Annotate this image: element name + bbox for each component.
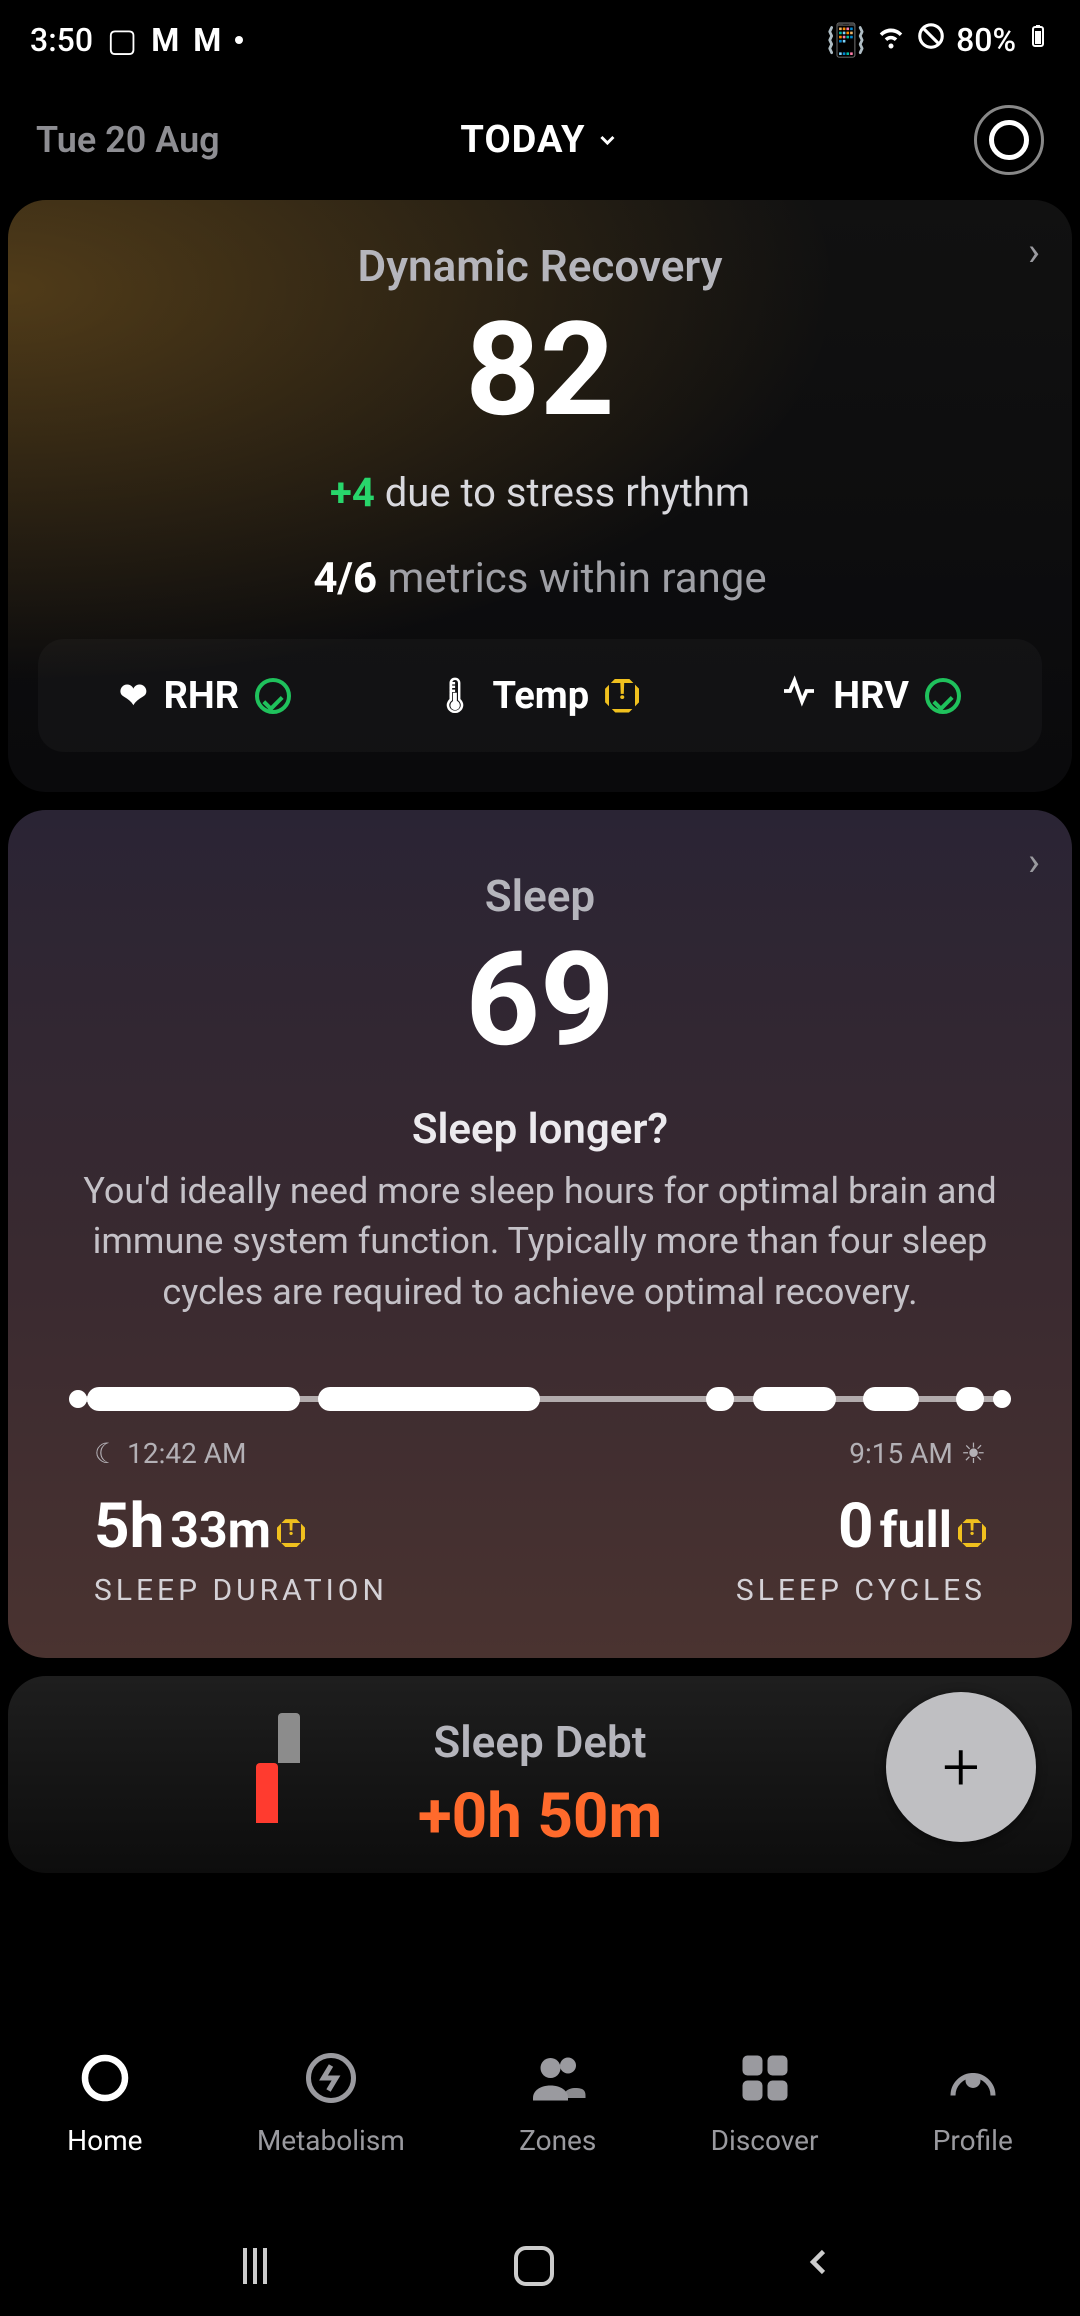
debt-bar-chart bbox=[278, 1713, 300, 1873]
tab-profile[interactable]: Profile bbox=[933, 2046, 1013, 2157]
mail-icon: M bbox=[151, 21, 179, 59]
system-nav bbox=[0, 2216, 1080, 2316]
sleep-debt-card[interactable]: Sleep Debt +0h 50m + bbox=[8, 1676, 1072, 1873]
warning-icon bbox=[277, 1519, 305, 1547]
bottom-tabbar: Home Metabolism Zones Discover Profile bbox=[0, 2016, 1080, 2216]
sleep-duration-stat: 5h 33m SLEEP DURATION bbox=[94, 1490, 540, 1608]
top-nav: Tue 20 Aug TODAY bbox=[0, 80, 1080, 200]
sleep-cycles-label: SLEEP CYCLES bbox=[540, 1573, 986, 1608]
timeline-end-cap bbox=[993, 1390, 1011, 1408]
metric-temp[interactable]: 🌡 Temp bbox=[433, 674, 639, 718]
moon-icon: ☾ bbox=[94, 1437, 119, 1470]
more-notifications-dot bbox=[235, 36, 243, 44]
thermometer-icon: 🌡 bbox=[433, 676, 476, 716]
recovery-range-text: metrics within range bbox=[388, 554, 767, 603]
heart-icon: ❤ bbox=[119, 676, 148, 716]
tab-zones-label: Zones bbox=[519, 2124, 596, 2157]
sleep-advice-heading: Sleep longer? bbox=[38, 1105, 1042, 1154]
tab-metabolism-label: Metabolism bbox=[257, 2124, 405, 2157]
clock: 3:50 bbox=[30, 21, 93, 59]
battery-icon bbox=[1026, 21, 1050, 59]
metabolism-icon bbox=[299, 2046, 363, 2110]
sleep-cycles-stat: 0 full SLEEP CYCLES bbox=[540, 1490, 986, 1608]
recovery-card[interactable]: › Dynamic Recovery 82 +4 due to stress r… bbox=[8, 200, 1072, 792]
warning-icon bbox=[605, 679, 639, 713]
tab-discover[interactable]: Discover bbox=[711, 2046, 819, 2157]
metrics-bar[interactable]: ❤ RHR 🌡 Temp HRV bbox=[38, 639, 1042, 752]
tab-discover-label: Discover bbox=[711, 2124, 819, 2157]
gallery-icon: ▢ bbox=[107, 21, 137, 59]
metric-hrv[interactable]: HRV bbox=[781, 673, 961, 718]
profile-icon bbox=[941, 2046, 1005, 2110]
today-label: TODAY bbox=[460, 118, 585, 162]
chevron-right-icon: › bbox=[1028, 838, 1040, 885]
metric-hrv-label: HRV bbox=[833, 674, 909, 718]
sleep-end-time: 9:15 AM ☀ bbox=[849, 1437, 986, 1470]
metric-rhr-label: RHR bbox=[164, 674, 240, 718]
mail-icon: M bbox=[193, 21, 221, 59]
recovery-range-fraction: 4/6 bbox=[313, 554, 377, 603]
sleep-duration-label: SLEEP DURATION bbox=[94, 1573, 540, 1608]
ring-icon bbox=[73, 2046, 137, 2110]
dnd-icon bbox=[916, 21, 946, 59]
back-button[interactable] bbox=[801, 2243, 837, 2290]
recovery-delta-reason: due to stress rhythm bbox=[385, 469, 750, 516]
grid-icon bbox=[733, 2046, 797, 2110]
vibrate-icon: 📳 bbox=[826, 21, 866, 59]
battery-text: 80% bbox=[956, 21, 1016, 59]
ring-button[interactable] bbox=[974, 105, 1044, 175]
sleep-score: 69 bbox=[38, 928, 1042, 1071]
sun-icon: ☀ bbox=[961, 1437, 986, 1470]
sleep-timeline bbox=[78, 1387, 1002, 1411]
recovery-delta-row: +4 due to stress rhythm bbox=[38, 469, 1042, 516]
tab-home-label: Home bbox=[67, 2124, 142, 2157]
status-bar: 3:50 ▢ M M 📳 80% bbox=[0, 0, 1080, 80]
check-icon bbox=[255, 678, 291, 714]
home-button[interactable] bbox=[514, 2246, 554, 2286]
tab-profile-label: Profile bbox=[933, 2124, 1013, 2157]
recovery-title: Dynamic Recovery bbox=[38, 240, 1042, 292]
chevron-down-icon bbox=[596, 118, 620, 162]
sleep-cycles-unit: full bbox=[880, 1502, 952, 1560]
recovery-score: 82 bbox=[38, 298, 1042, 441]
sleep-start-time: ☾ 12:42 AM bbox=[94, 1437, 247, 1470]
recovery-delta: +4 bbox=[330, 469, 375, 516]
check-icon bbox=[925, 678, 961, 714]
sleep-duration-h: 5h bbox=[94, 1490, 164, 1563]
plus-icon: + bbox=[942, 1729, 979, 1806]
tab-metabolism[interactable]: Metabolism bbox=[257, 2046, 405, 2157]
today-selector[interactable]: TODAY bbox=[460, 118, 619, 162]
add-button[interactable]: + bbox=[886, 1692, 1036, 1842]
tab-home[interactable]: Home bbox=[67, 2046, 142, 2157]
sleep-card[interactable]: › Sleep 69 Sleep longer? You'd ideally n… bbox=[8, 810, 1072, 1658]
timeline-start-cap bbox=[69, 1390, 87, 1408]
sleep-advice-text: You'd ideally need more sleep hours for … bbox=[38, 1166, 1042, 1317]
sleep-cycles-n: 0 bbox=[838, 1490, 874, 1563]
tab-zones[interactable]: Zones bbox=[519, 2046, 596, 2157]
metric-rhr[interactable]: ❤ RHR bbox=[119, 674, 291, 718]
recents-button[interactable] bbox=[243, 2248, 267, 2284]
pulse-icon bbox=[781, 673, 817, 718]
warning-icon bbox=[958, 1519, 986, 1547]
sleep-duration-m: 33m bbox=[170, 1502, 271, 1560]
current-date[interactable]: Tue 20 Aug bbox=[36, 119, 220, 161]
sleep-title: Sleep bbox=[38, 870, 1042, 922]
metric-temp-label: Temp bbox=[492, 674, 589, 718]
wifi-icon bbox=[876, 21, 906, 59]
people-icon bbox=[526, 2046, 590, 2110]
recovery-range: 4/6 metrics within range bbox=[38, 554, 1042, 603]
chevron-right-icon: › bbox=[1028, 228, 1040, 275]
